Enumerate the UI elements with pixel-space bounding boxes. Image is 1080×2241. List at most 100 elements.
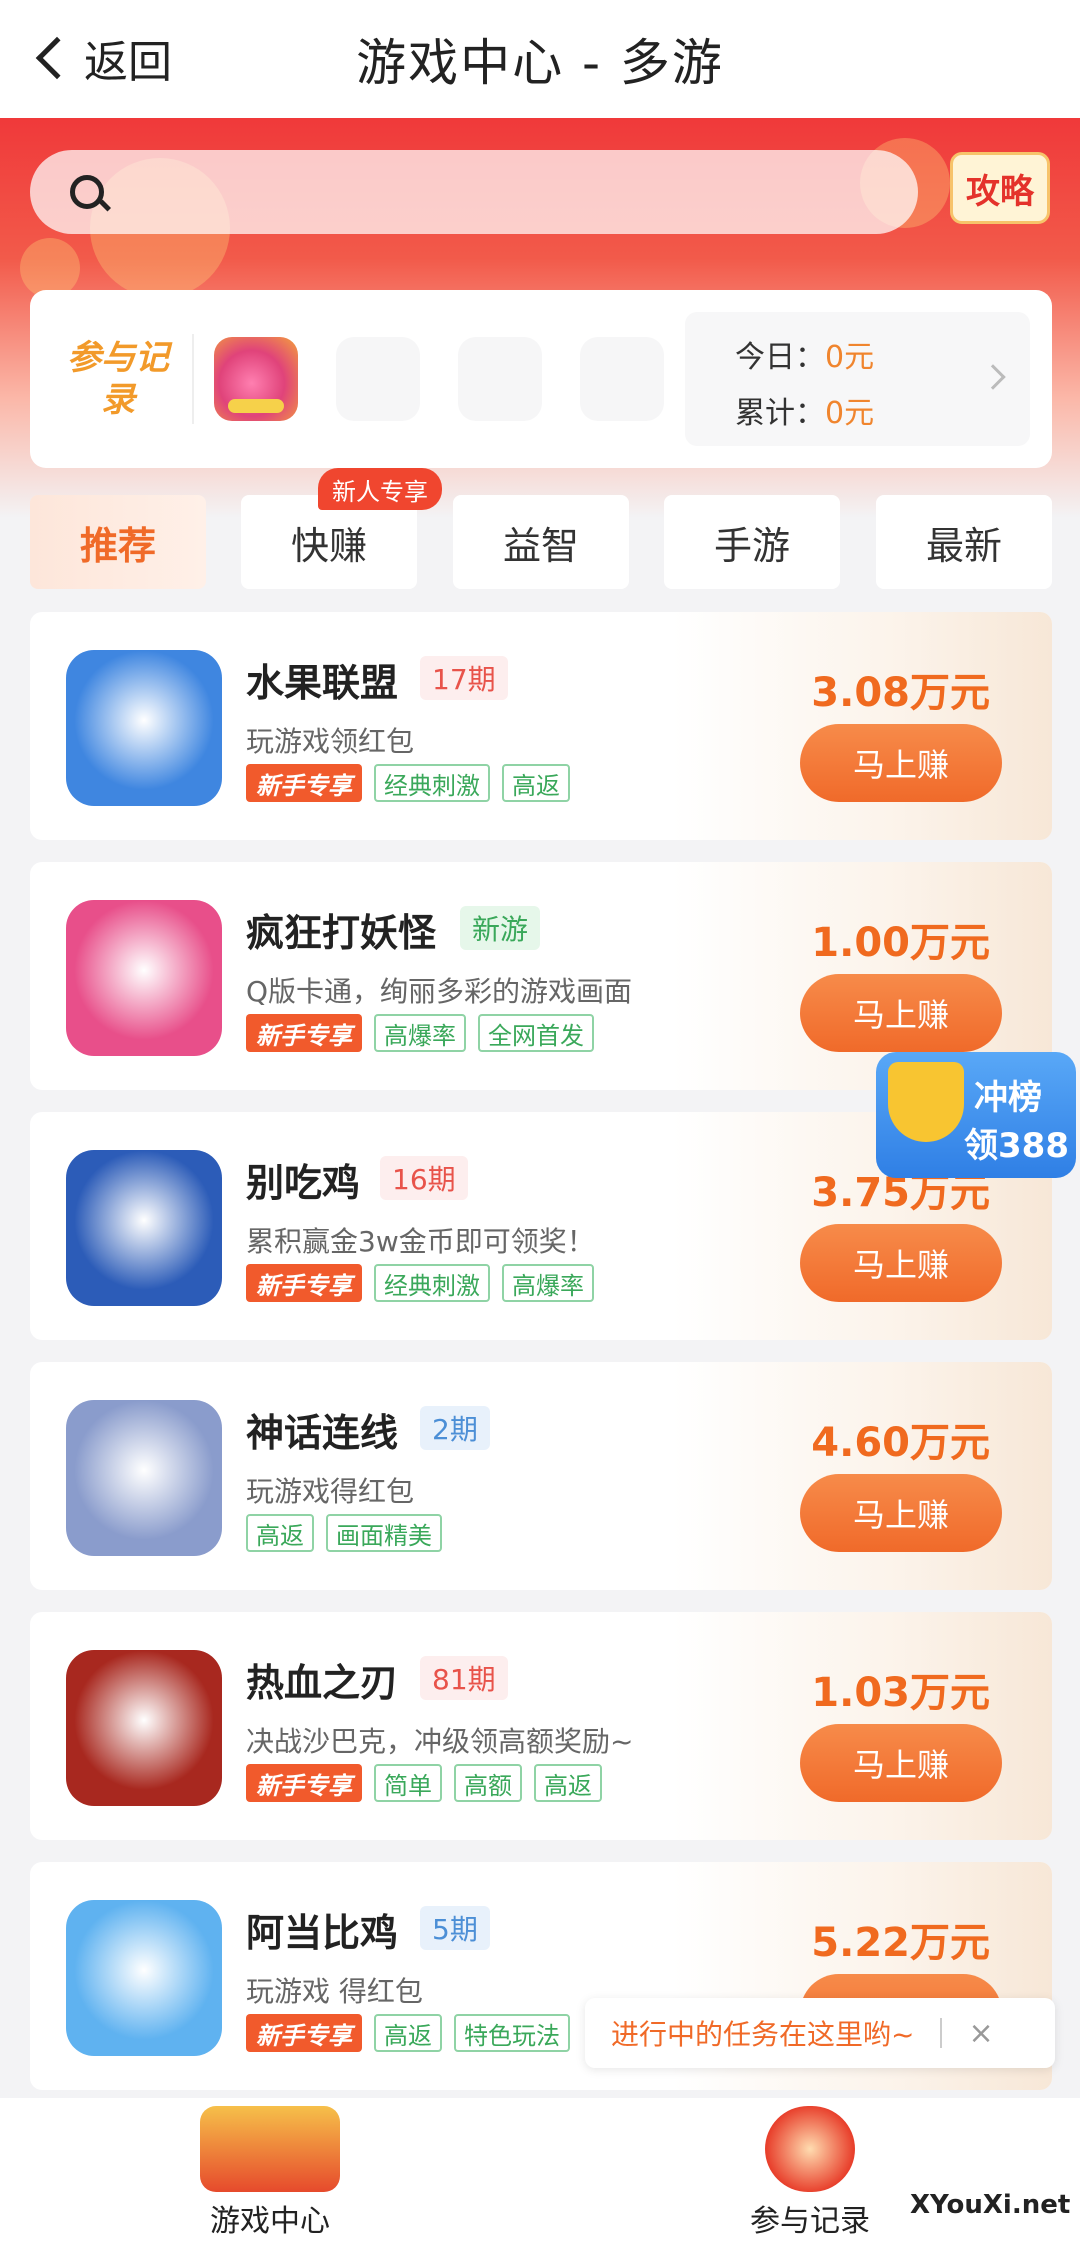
new-user-badge: 新人专享 — [318, 468, 442, 510]
record-title: 参与记录 — [67, 338, 169, 420]
search-icon — [70, 175, 104, 209]
game-center-icon — [200, 2106, 340, 2192]
new-player-tag: 新手专享 — [246, 1764, 362, 1802]
new-player-tag: 新手专享 — [246, 2014, 362, 2052]
feature-tag: 简单 — [374, 1764, 442, 1802]
earnings-summary[interactable]: 今日： 0元 累计： 0元 — [685, 312, 1030, 446]
game-icon[interactable] — [66, 1150, 222, 1306]
reward-amount: 4.60万元 — [811, 1420, 990, 1466]
game-period-badge: 81期 — [420, 1656, 508, 1700]
today-label: 今日： — [735, 340, 825, 375]
nav-label: 游戏中心 — [210, 2204, 330, 2239]
empty-game-slot — [458, 337, 542, 421]
divider — [940, 2018, 943, 2048]
tooltip-text: 进行中的任务在这里哟~ — [611, 2018, 915, 2051]
earn-now-button[interactable]: 马上赚 — [800, 1224, 1002, 1302]
game-tags: 新手专享 高返 特色玩法 — [246, 2014, 570, 2052]
game-description: 累积赢金3w金币即可领奖！ — [246, 1225, 595, 1258]
rank-line2: 领388 — [964, 1126, 1069, 1166]
game-period-badge: 5期 — [420, 1906, 490, 1950]
decoration — [20, 238, 80, 298]
category-tabs: 推荐 快赚 益智 手游 最新 — [30, 495, 1052, 591]
feature-tag: 高返 — [246, 1514, 314, 1552]
game-name: 热血之刃 — [246, 1661, 399, 1705]
nav-label: 参与记录 — [750, 2204, 870, 2239]
game-icon[interactable] — [66, 900, 222, 1056]
back-label: 返回 — [84, 37, 172, 88]
game-icon[interactable] — [66, 1650, 222, 1806]
new-player-tag: 新手专享 — [246, 1264, 362, 1302]
game-period-badge: 17期 — [420, 656, 508, 700]
trophy-icon — [888, 1062, 964, 1142]
feature-tag: 高额 — [454, 1764, 522, 1802]
today-value: 0元 — [825, 340, 875, 375]
page-title: 游戏中心 - 多游 — [356, 34, 724, 92]
game-icon[interactable] — [66, 1400, 222, 1556]
feature-tag: 高爆率 — [502, 1264, 594, 1302]
top-bar: 返回 游戏中心 - 多游 — [0, 0, 1080, 118]
participation-record-card[interactable]: 参与记录 今日： 0元 累计： 0元 — [30, 290, 1052, 468]
back-button[interactable]: 返回 — [30, 26, 172, 90]
feature-tag: 画面精美 — [326, 1514, 442, 1552]
game-card[interactable]: 神话连线 2期 玩游戏得红包 高返 画面精美 4.60万元 马上赚 — [30, 1362, 1052, 1590]
game-tags: 新手专享 经典刺激 高返 — [246, 764, 570, 802]
feature-tag: 经典刺激 — [374, 1264, 490, 1302]
tab-mobile[interactable]: 手游 — [664, 495, 840, 589]
tab-latest[interactable]: 最新 — [876, 495, 1052, 589]
game-period-badge: 新游 — [460, 906, 541, 950]
reward-amount: 1.00万元 — [811, 920, 990, 966]
rank-reward-badge[interactable]: 冲榜 领388 — [876, 1052, 1076, 1178]
earn-now-button[interactable]: 马上赚 — [800, 1724, 1002, 1802]
game-name: 水果联盟 — [246, 661, 399, 705]
game-description: 玩游戏 得红包 — [246, 1975, 423, 2008]
game-tags: 新手专享 高爆率 全网首发 — [246, 1014, 594, 1052]
guide-button[interactable]: 攻略 — [950, 152, 1050, 224]
rank-line1: 冲榜 — [974, 1078, 1042, 1118]
recent-game-icon[interactable] — [214, 337, 298, 421]
nav-participation-record[interactable]: 参与记录 — [680, 2106, 940, 2240]
reward-amount: 5.22万元 — [811, 1920, 990, 1966]
feature-tag: 经典刺激 — [374, 764, 490, 802]
game-card[interactable]: 热血之刃 81期决战沙巴克，冲级领高额奖励~ 新手专享 简单 高额 高返 1.03万元马上赚 — [30, 1612, 1052, 1840]
chevron-left-icon — [35, 36, 79, 80]
tab-puzzle[interactable]: 益智 — [453, 495, 629, 589]
earn-now-button[interactable]: 马上赚 — [800, 974, 1002, 1052]
game-name: 疯狂打妖怪 — [246, 911, 437, 955]
feature-tag: 高爆率 — [374, 1014, 466, 1052]
game-description: 玩游戏领红包 — [246, 725, 415, 758]
feature-tag: 高返 — [502, 764, 570, 802]
reward-amount: 3.08万元 — [811, 670, 990, 716]
game-description: 决战沙巴克，冲级领高额奖励~ — [246, 1725, 634, 1758]
tab-recommend[interactable]: 推荐 — [30, 495, 206, 589]
reward-amount: 1.03万元 — [811, 1670, 990, 1716]
feature-tag: 特色玩法 — [454, 2014, 570, 2052]
earn-now-button[interactable]: 马上赚 — [800, 1474, 1002, 1552]
game-name: 神话连线 — [246, 1411, 399, 1455]
feature-tag: 高返 — [534, 1764, 602, 1802]
divider — [192, 334, 194, 424]
watermark: XYouXi.net — [910, 2190, 1071, 2220]
game-icon[interactable] — [66, 1900, 222, 2056]
game-name: 别吃鸡 — [246, 1161, 361, 1205]
total-label: 累计： — [735, 396, 825, 431]
game-name: 阿当比鸡 — [246, 1911, 399, 1955]
game-period-badge: 16期 — [380, 1156, 468, 1200]
search-bar[interactable] — [30, 150, 918, 234]
game-tags: 高返 画面精美 — [246, 1514, 442, 1552]
game-description: 玩游戏得红包 — [246, 1475, 415, 1508]
earn-now-button[interactable]: 马上赚 — [800, 724, 1002, 802]
game-description: Q版卡通，绚丽多彩的游戏画面 — [246, 975, 633, 1008]
task-tooltip: 进行中的任务在这里哟~ × — [585, 1998, 1055, 2068]
record-mascot-icon — [765, 2106, 855, 2192]
game-icon[interactable] — [66, 650, 222, 806]
game-card[interactable]: 水果联盟 17期 玩游戏领红包新手专享 经典刺激 高返 3.08万元马上赚 — [30, 612, 1052, 840]
empty-game-slot — [580, 337, 664, 421]
nav-game-center[interactable]: 游戏中心 — [140, 2106, 400, 2240]
close-icon[interactable]: × — [968, 2016, 993, 2051]
new-player-tag: 新手专享 — [246, 1014, 362, 1052]
game-tags: 新手专享 简单 高额 高返 — [246, 1764, 602, 1802]
empty-game-slot — [336, 337, 420, 421]
feature-tag: 高返 — [374, 2014, 442, 2052]
game-tags: 新手专享 经典刺激 高爆率 — [246, 1264, 594, 1302]
new-player-tag: 新手专享 — [246, 764, 362, 802]
